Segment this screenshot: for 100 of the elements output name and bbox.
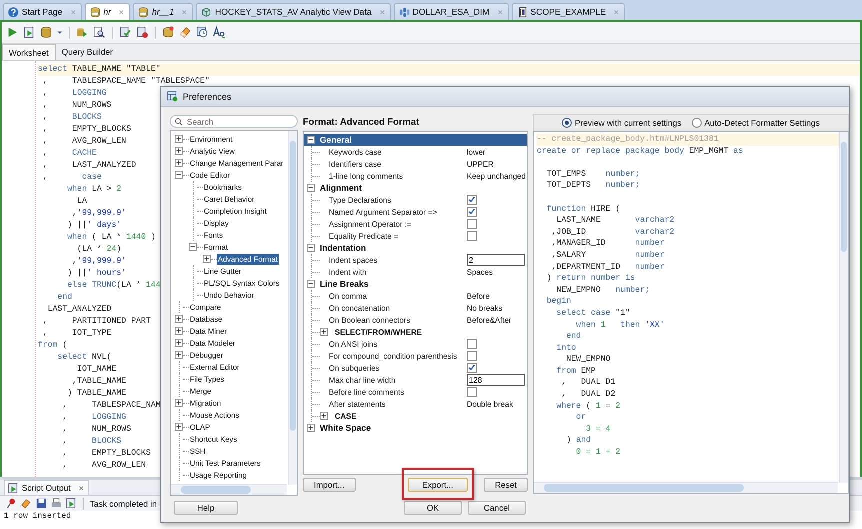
- clock-icon[interactable]: [196, 26, 209, 39]
- expand-toggle-icon[interactable]: [175, 147, 183, 155]
- code-line: TOT_DEPTS number;: [546, 180, 640, 192]
- code-line: ,TABLE_NAME: [71, 376, 126, 388]
- code-line: NEW_EMPNO number;: [556, 284, 650, 296]
- checkbox[interactable]: [467, 363, 477, 373]
- input-field[interactable]: 128: [467, 374, 525, 386]
- document-tab[interactable]: SCOPE_EXAMPLE: [512, 3, 626, 20]
- expand-toggle-icon[interactable]: [307, 424, 315, 432]
- panel-button[interactable]: Reset: [484, 478, 528, 492]
- code-line: IOT_NAME: [76, 364, 117, 376]
- scrollbar[interactable]: [171, 484, 287, 495]
- radio-option[interactable]: Auto-Detect Formatter Settings: [692, 118, 820, 128]
- print-icon[interactable]: [51, 498, 62, 509]
- code-line: , case: [42, 172, 102, 184]
- expand-toggle-icon[interactable]: [175, 315, 183, 323]
- section-header[interactable]: Indentation: [304, 242, 527, 254]
- section-header[interactable]: White Space: [304, 422, 527, 434]
- rollback-icon[interactable]: [136, 26, 149, 39]
- code-line: , PARTITIONED PART: [42, 316, 152, 328]
- checkbox[interactable]: [467, 231, 477, 241]
- expand-toggle-icon[interactable]: [175, 351, 183, 359]
- code-line: , NUM_ROWS: [42, 100, 112, 112]
- expand-toggle-icon[interactable]: [307, 280, 315, 288]
- radio-option[interactable]: Preview with current settings: [562, 118, 682, 128]
- commit-icon[interactable]: [119, 26, 132, 39]
- expand-toggle-icon[interactable]: [175, 171, 183, 179]
- close-icon[interactable]: [78, 484, 85, 492]
- code-line: ,'99,999.9': [71, 256, 126, 268]
- expand-toggle-icon[interactable]: [175, 399, 183, 407]
- document-tab[interactable]: hr: [84, 3, 130, 20]
- expand-toggle-icon[interactable]: [175, 423, 183, 431]
- database-icon: [90, 6, 101, 18]
- code-line: or: [575, 412, 586, 424]
- expand-toggle-icon[interactable]: [175, 327, 183, 335]
- expand-toggle-icon[interactable]: [175, 159, 183, 167]
- editor-tab[interactable]: Query Builder: [56, 44, 120, 60]
- section-header[interactable]: Line Breaks: [304, 278, 527, 290]
- database-tune-icon[interactable]: [76, 26, 89, 39]
- code-line: 0 = 1 + 2: [575, 447, 621, 459]
- help-icon: [8, 6, 19, 18]
- expand-toggle-icon[interactable]: [189, 243, 197, 251]
- eraser-icon[interactable]: [21, 498, 32, 509]
- document-search-icon[interactable]: [93, 26, 106, 39]
- dialog-button[interactable]: OK: [404, 501, 462, 515]
- section-header[interactable]: General: [304, 134, 527, 146]
- code-line: ,JOB_ID varchar2: [550, 226, 675, 238]
- window-title: Preferences: [183, 92, 232, 102]
- expand-toggle-icon[interactable]: [320, 328, 328, 336]
- expand-toggle-icon[interactable]: [175, 135, 183, 143]
- scrollbar[interactable]: [288, 131, 297, 485]
- checkbox[interactable]: [467, 387, 477, 397]
- scrollbar[interactable]: [839, 132, 848, 483]
- pin-icon[interactable]: [6, 498, 17, 509]
- expand-toggle-icon[interactable]: [320, 412, 328, 420]
- play-icon[interactable]: [6, 26, 19, 39]
- expand-toggle-icon[interactable]: [175, 339, 183, 347]
- expand-toggle-icon[interactable]: [307, 184, 315, 192]
- save-icon[interactable]: [36, 498, 47, 509]
- document-tab[interactable]: DOLLAR_ESA_DIM: [394, 3, 509, 20]
- expand-toggle-icon[interactable]: [307, 244, 315, 252]
- code-line: LA: [76, 196, 88, 208]
- run-script-icon[interactable]: [23, 26, 36, 39]
- radio-button[interactable]: [562, 118, 572, 128]
- code-line: ) ||' hours': [66, 268, 126, 280]
- code-line: , LOGGING: [42, 88, 107, 100]
- checkbox[interactable]: [467, 351, 477, 361]
- cylinders-icon: [398, 6, 410, 18]
- bracket-icon: [516, 6, 528, 18]
- help-button[interactable]: Help: [174, 501, 238, 515]
- database-icon[interactable]: [40, 26, 53, 39]
- search-field[interactable]: Search: [170, 115, 298, 128]
- dialog-button[interactable]: Cancel: [468, 501, 526, 515]
- text-case-icon[interactable]: [213, 26, 226, 39]
- input-field[interactable]: 2: [467, 254, 525, 266]
- editor-tab[interactable]: Worksheet: [2, 44, 56, 60]
- checkbox[interactable]: [467, 219, 477, 229]
- scrollbar[interactable]: [534, 482, 838, 493]
- expand-toggle-icon[interactable]: [203, 255, 211, 263]
- document-tab[interactable]: HOCKEY_STATS_AV Analytic View Data: [196, 3, 391, 20]
- eraser-icon[interactable]: [179, 26, 192, 39]
- panel-button[interactable]: Export...: [408, 478, 468, 492]
- expand-toggle-icon[interactable]: [307, 136, 315, 144]
- code-line: , TABLESPACE_NAM: [62, 400, 161, 412]
- panel-button[interactable]: Import...: [303, 478, 356, 492]
- code-line: from (: [38, 340, 68, 352]
- database-icon[interactable]: [162, 26, 175, 39]
- radio-button[interactable]: [692, 118, 702, 128]
- code-line: , BLOCKS: [62, 436, 122, 448]
- checkbox[interactable]: [467, 207, 477, 217]
- run-script-icon[interactable]: [66, 498, 77, 509]
- document-tab[interactable]: hr__1: [133, 3, 194, 20]
- checkbox[interactable]: [467, 195, 477, 205]
- code-line: when ( LA * 1440 ): [66, 232, 156, 244]
- code-line: , LAST_ANALYZED: [42, 160, 136, 172]
- output-tab[interactable]: Script Output: [4, 480, 89, 495]
- document-tab[interactable]: Start Page: [3, 3, 82, 20]
- checkbox[interactable]: [467, 339, 477, 349]
- section-header[interactable]: Alignment: [304, 182, 527, 194]
- code-line: -- create_package_body.htm#LNPLS01381: [537, 134, 719, 146]
